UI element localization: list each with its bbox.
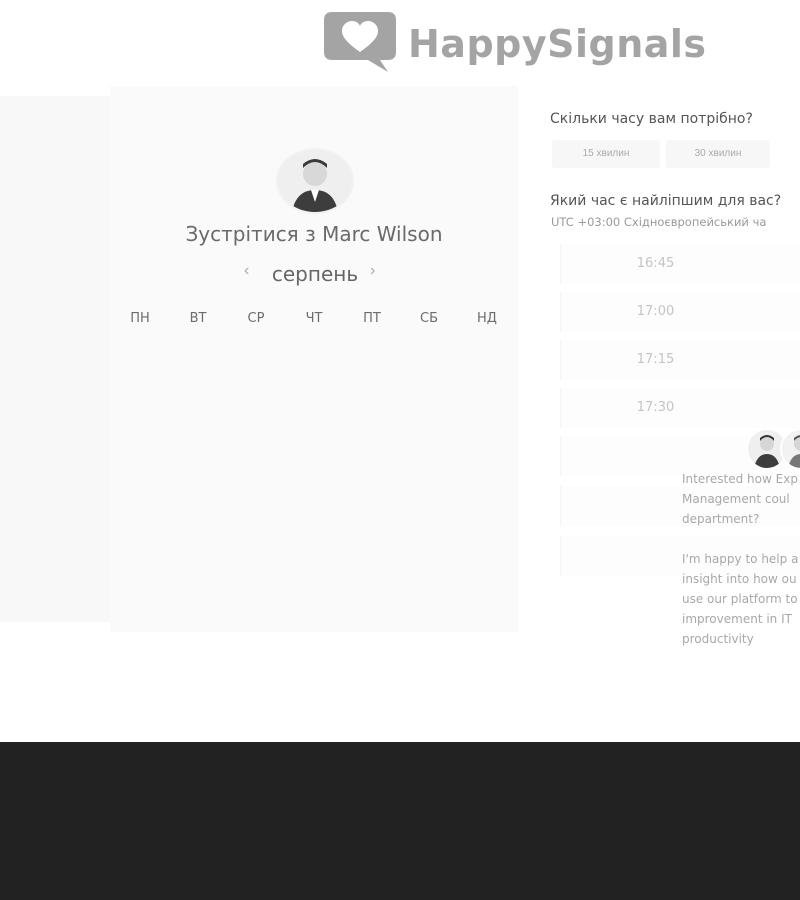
left-sidebar-background [0, 96, 110, 622]
time-question: Який час є найліпшим для вас? [550, 193, 782, 209]
weekday-tue: ВТ [189, 311, 207, 326]
time-slot[interactable]: 17:15 [560, 340, 800, 380]
chat-message-line: productivity [682, 632, 754, 646]
person-icon [278, 150, 352, 212]
happysignals-logo[interactable]: HappySignals [322, 8, 722, 74]
time-slot[interactable]: 16:45 [560, 244, 800, 284]
duration-question: Скільки часу вам потрібно? [550, 111, 753, 127]
weekday-sat: СБ [420, 311, 438, 326]
chat-avatar [780, 428, 800, 470]
weekday-header: ПН ВТ СР ЧТ ПТ СБ НД [110, 311, 518, 329]
weekday-wed: СР [247, 311, 265, 326]
timezone-label[interactable]: UTC +03:00 Східноєвропейський ча [551, 215, 766, 229]
duration-option-30[interactable]: 30 хвилин [666, 140, 770, 168]
heart-chat-icon [324, 12, 396, 72]
chat-message-line: use our platform to [682, 592, 798, 606]
chat-avatars[interactable] [746, 428, 800, 470]
weekday-thu: ЧТ [305, 311, 323, 326]
chat-message-line: department? [682, 512, 760, 526]
month-label: серпень [271, 262, 359, 286]
chat-message-line: improvement in IT [682, 612, 792, 626]
time-slot[interactable]: 17:00 [560, 292, 800, 332]
logo-wordmark: HappySignals [408, 22, 707, 66]
chat-message-line: Management coul [682, 492, 790, 506]
meeting-title: Зустрітися з Marc Wilson [185, 222, 443, 246]
chevron-left-icon[interactable]: ‹ [244, 262, 249, 280]
person-icon [782, 430, 800, 468]
duration-option-15[interactable]: 15 хвилин [552, 140, 660, 168]
chat-message-line: Interested how Exp [682, 472, 798, 486]
chevron-right-icon[interactable]: › [370, 262, 375, 280]
weekday-sun: НД [477, 311, 497, 326]
weekday-fri: ПТ [363, 311, 381, 326]
host-avatar [276, 148, 354, 214]
time-slot[interactable]: 17:30 [560, 388, 800, 428]
weekday-mon: ПН [130, 311, 150, 326]
chat-message-line: I'm happy to help a [682, 552, 799, 566]
page-footer [0, 742, 800, 900]
month-navigator: ‹ серпень › [110, 260, 518, 288]
chat-message-line: insight into how ou [682, 572, 797, 586]
